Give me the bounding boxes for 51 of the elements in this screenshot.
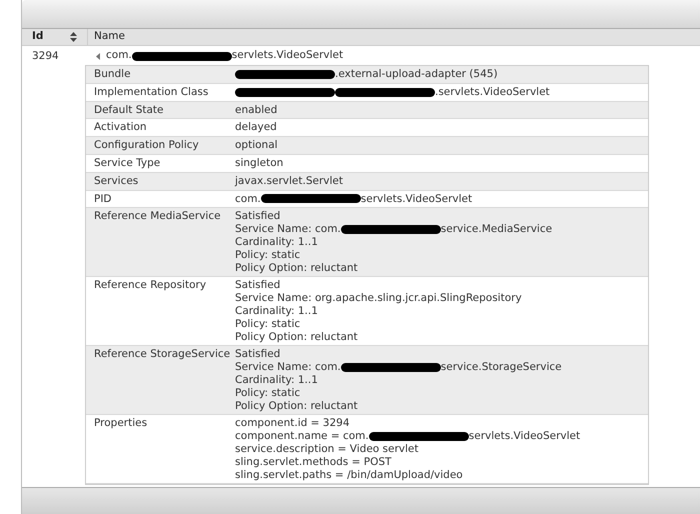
property-label: Reference StorageService [93, 348, 232, 362]
value-text: Satisfied [235, 279, 280, 292]
value-text: delayed [235, 121, 277, 134]
value-text: Service Name: com. [235, 223, 341, 236]
property-label: Bundle [93, 68, 132, 81]
value-text: service.StorageService [440, 361, 562, 374]
property-label: Services [93, 174, 140, 188]
property-label: Properties [93, 417, 148, 432]
property-label: PID [93, 192, 113, 206]
value-text: singleton [235, 156, 284, 170]
value-text: Policy: static [235, 318, 300, 331]
value-text: com. [235, 192, 261, 206]
value-text: .external-upload-adapter (545) [335, 68, 498, 81]
property-label: Activation [93, 121, 148, 134]
value-text: Service Name: com. [235, 361, 341, 374]
value-text: sling.servlet.methods = POST [235, 456, 392, 469]
value-text: Cardinality: 1..1 [235, 374, 318, 387]
value-text: optional [235, 139, 278, 152]
value-text: service.MediaService [440, 223, 552, 236]
value-text: Satisfied [235, 210, 280, 224]
property-label: Service Type [93, 156, 162, 170]
expand-toggle-icon[interactable] [96, 52, 101, 60]
value-text: service.description = Video servlet [235, 442, 419, 456]
value-text: Policy Option: reluctant [235, 262, 358, 274]
value-text: Policy: static [235, 386, 300, 400]
value-text: Satisfied [235, 348, 280, 362]
value-text: javax.servlet.Servlet [235, 174, 343, 188]
value-text: Cardinality: 1..1 [235, 236, 318, 249]
value-text: Service Name: org.apache.sling.jcr.api.SlingRepository [235, 292, 522, 305]
id-cell-text: 3294 [31, 49, 60, 64]
value-text: servlets.VideoServlet [360, 192, 472, 206]
property-label: Default State [93, 104, 164, 116]
property-label: Implementation Class [93, 86, 210, 99]
value-text: component.name = com. [235, 430, 369, 443]
value-text: Policy: static [235, 248, 300, 262]
value-text: servlets.VideoServlet [468, 430, 580, 443]
value-text: sling.servlet.paths = /bin/damUpload/video [235, 468, 463, 482]
value-text: component.id = 3294 [235, 417, 350, 430]
value-text: Policy Option: reluctant [235, 400, 358, 412]
property-label: Reference Repository [93, 279, 208, 294]
property-label: Reference MediaService [93, 210, 222, 224]
column-header[interactable]: Name [94, 29, 125, 45]
value-text: enabled [235, 104, 278, 116]
value-text: Cardinality: 1..1 [235, 304, 318, 318]
value-text: com. [106, 48, 132, 64]
value-text: Policy Option: reluctant [235, 330, 358, 344]
sort-icon[interactable] [70, 32, 77, 42]
value-text: servlets.VideoServlet [232, 48, 344, 64]
column-header[interactable]: Id [32, 29, 44, 45]
property-label: Configuration Policy [93, 139, 200, 152]
value-text: .servlets.VideoServlet [435, 86, 550, 99]
